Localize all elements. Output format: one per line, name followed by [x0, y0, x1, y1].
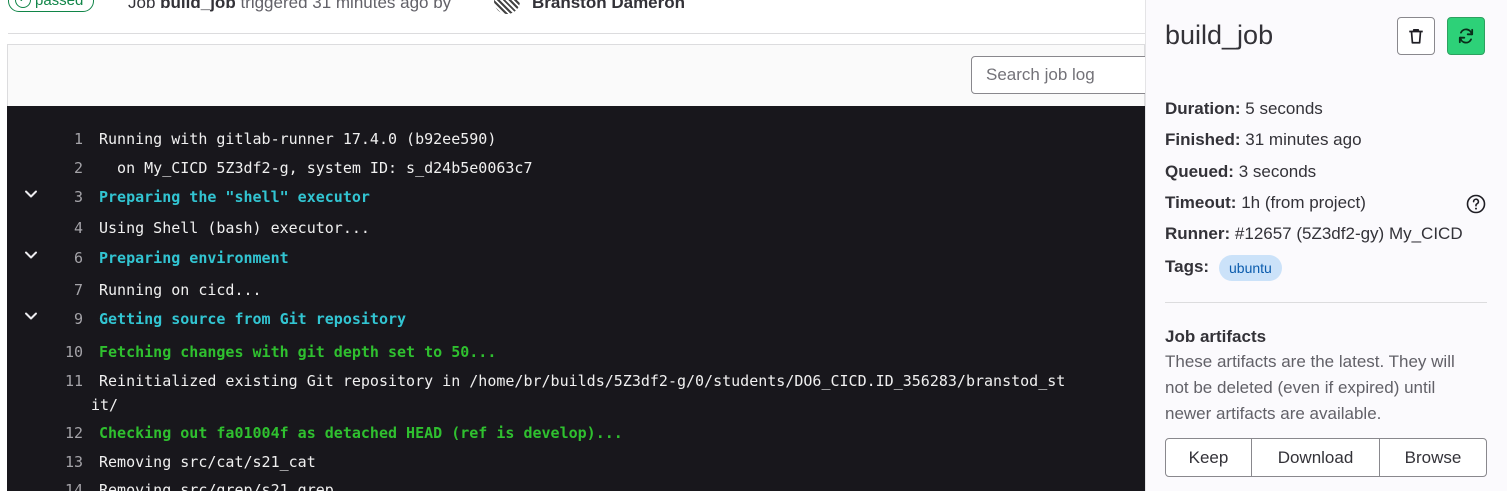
queued-label: Queued:: [1165, 162, 1234, 181]
tag-badge: ubuntu: [1219, 255, 1282, 281]
status-badge[interactable]: ✓ passed: [8, 0, 95, 12]
log-text: it/: [91, 396, 119, 414]
log-text: Preparing environment: [99, 249, 289, 267]
tags-row: Tags:: [1165, 257, 1209, 277]
tags-label: Tags:: [1165, 257, 1210, 276]
log-text: Removing src/cat/s21_cat: [99, 453, 316, 471]
line-number[interactable]: 1: [7, 130, 83, 148]
queued-value: 3 seconds: [1238, 162, 1317, 181]
retry-job-button[interactable]: [1447, 17, 1485, 55]
log-text: Checking out fa01004f as detached HEAD (…: [99, 424, 623, 442]
triggered-text: triggered 31 minutes ago by: [240, 0, 452, 12]
job-name-link[interactable]: build_job: [160, 0, 236, 12]
line-number[interactable]: 7: [7, 281, 83, 299]
artifacts-title: Job artifacts: [1165, 327, 1267, 346]
divider: [8, 33, 1145, 34]
job-header-text: Job build_job triggered 31 minutes ago b…: [128, 0, 451, 13]
job-sidebar: build_job Duration: 5 seconds Finished: …: [1145, 0, 1507, 491]
retry-icon: [1458, 28, 1474, 44]
finished-label: Finished:: [1165, 130, 1241, 149]
avatar[interactable]: [494, 0, 520, 14]
line-number[interactable]: 4: [7, 219, 83, 237]
delete-job-button[interactable]: [1397, 17, 1435, 55]
check-circle-icon: ✓: [15, 0, 31, 8]
log-text: Running on cicd...: [99, 281, 262, 299]
log-text: on My_CICD 5Z3df2-g, system ID: s_d24b5e…: [99, 159, 533, 177]
line-number[interactable]: 2: [7, 159, 83, 177]
author-link[interactable]: Branston Dameron: [532, 0, 685, 13]
line-number[interactable]: 10: [7, 343, 83, 361]
duration-row: Duration: 5 seconds: [1165, 99, 1323, 119]
log-text: Removing src/grep/s21_grep: [99, 481, 334, 491]
status-label: passed: [35, 0, 84, 9]
log-toolbar: [7, 44, 1171, 106]
runner-row: Runner: #12657 (5Z3df2-gy) My_CICD: [1165, 224, 1463, 244]
artifacts-button-group: Keep Download Browse: [1165, 438, 1487, 477]
line-number[interactable]: 13: [7, 453, 83, 471]
runner-link[interactable]: #12657 (5Z3df2-gy) My_CICD: [1235, 224, 1463, 243]
line-number[interactable]: 11: [7, 372, 83, 390]
job-log: 1 Running with gitlab-runner 17.4.0 (b92e…: [7, 106, 1145, 491]
runner-label: Runner:: [1165, 224, 1231, 243]
log-text: Using Shell (bash) executor...: [99, 219, 370, 237]
search-job-log-input[interactable]: [971, 56, 1171, 94]
timeout-value: 1h (from project): [1241, 193, 1366, 212]
finished-value: 31 minutes ago: [1245, 130, 1362, 149]
trash-icon: [1409, 28, 1423, 44]
line-number[interactable]: 6: [7, 249, 83, 267]
log-text: Fetching changes with git depth set to 5…: [99, 343, 497, 361]
log-text: Preparing the "shell" executor: [99, 188, 370, 206]
keep-artifacts-button[interactable]: Keep: [1166, 439, 1252, 476]
duration-value: 5 seconds: [1245, 99, 1323, 118]
help-icon[interactable]: [1466, 194, 1486, 214]
log-text: Running with gitlab-runner 17.4.0 (b92ee…: [99, 130, 497, 148]
duration-label: Duration:: [1165, 99, 1241, 118]
line-number[interactable]: 3: [7, 188, 83, 206]
finished-row: Finished: 31 minutes ago: [1165, 130, 1362, 150]
timeout-label: Timeout:: [1165, 193, 1237, 212]
line-number[interactable]: 12: [7, 424, 83, 442]
line-number[interactable]: 14: [7, 481, 83, 491]
line-number[interactable]: 9: [7, 310, 83, 328]
timeout-row: Timeout: 1h (from project): [1165, 193, 1366, 213]
log-text: Reinitialized existing Git repository in…: [99, 372, 1066, 390]
artifacts-description: These artifacts are the latest. They wil…: [1165, 352, 1455, 423]
queued-row: Queued: 3 seconds: [1165, 162, 1316, 182]
sidebar-job-title: build_job: [1165, 20, 1274, 50]
download-artifacts-button[interactable]: Download: [1252, 439, 1380, 476]
browse-artifacts-button[interactable]: Browse: [1380, 439, 1486, 476]
divider: [1165, 302, 1487, 303]
log-text: Getting source from Git repository: [99, 310, 407, 328]
job-header: ✓ passed Job build_job triggered 31 minu…: [0, 0, 1145, 16]
job-prefix: Job: [128, 0, 156, 12]
